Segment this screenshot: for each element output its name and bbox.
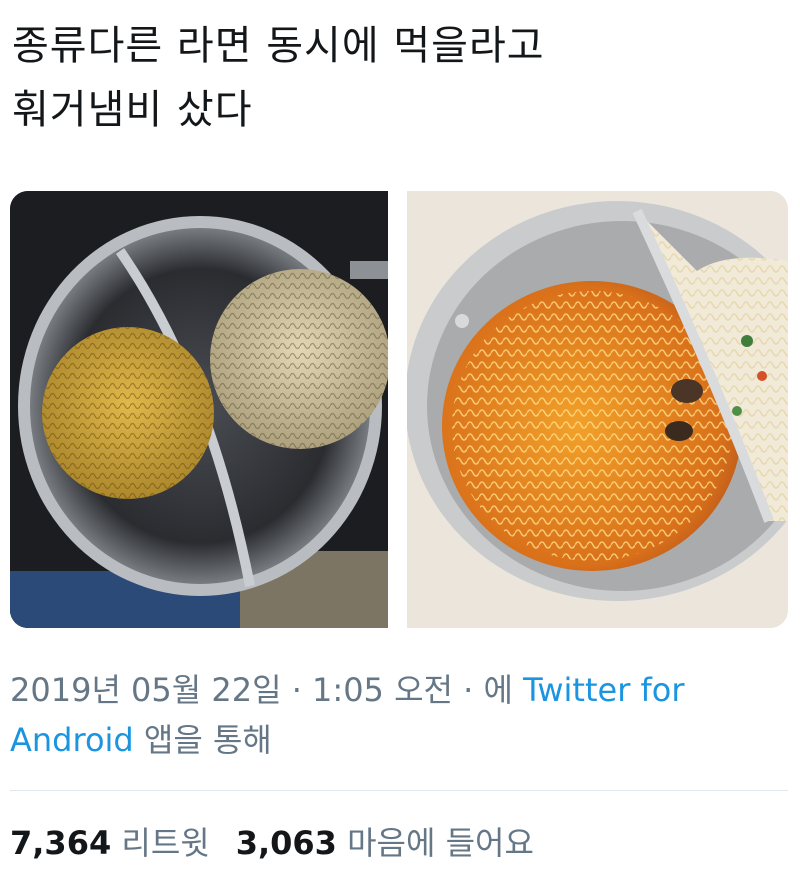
tweet-meta: 2019년 05월 22일 · 1:05 오전 · 에 Twitter for … xyxy=(10,665,790,765)
photo-cooked-ramen-image xyxy=(407,191,788,628)
tweet-text: 종류다른 라면 동시에 먹을라고 훠거냄비 샀다 xyxy=(12,14,782,142)
photo-cooked-ramen[interactable] xyxy=(407,191,788,628)
retweets-stat[interactable]: 7,364 리트윗 xyxy=(10,824,210,862)
likes-stat[interactable]: 3,063 마음에 들어요 xyxy=(236,824,534,862)
likes-label: 마음에 들어요 xyxy=(347,824,534,862)
likes-count: 3,063 xyxy=(235,824,337,862)
source-suffix: 앱을 통해 xyxy=(143,721,272,759)
timestamp[interactable]: 2019년 05월 22일 · 1:05 오전 · 에 xyxy=(10,671,513,709)
photo-dry-noodles-image xyxy=(10,191,388,628)
divider xyxy=(10,790,788,791)
tweet-stats: 7,364 리트윗 3,063 마음에 들어요 xyxy=(10,818,534,868)
media-grid xyxy=(10,191,788,628)
tweet-text-line-2: 훠거냄비 샀다 xyxy=(12,87,253,133)
tweet-text-line-1: 종류다른 라면 동시에 먹을라고 xyxy=(12,23,545,69)
retweets-count: 7,364 xyxy=(10,824,112,862)
photo-dry-noodles[interactable] xyxy=(10,191,388,628)
retweets-label: 리트윗 xyxy=(121,824,210,862)
